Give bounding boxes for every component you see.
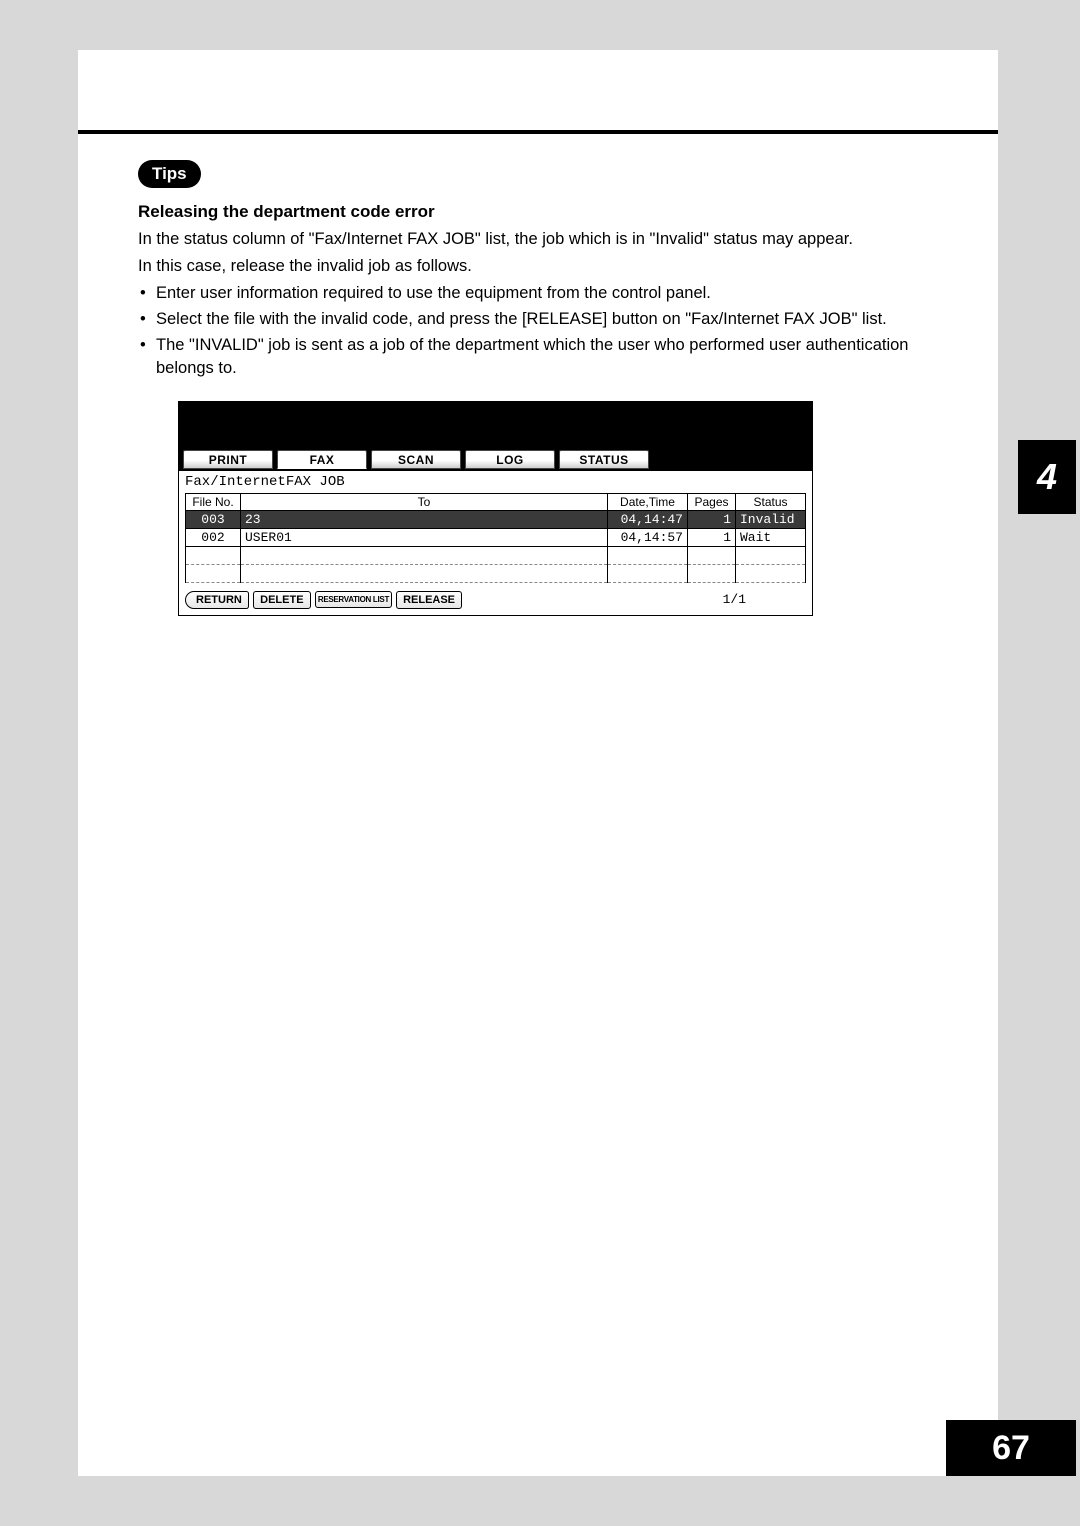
th-file: File No. — [186, 493, 241, 510]
table-row[interactable]: 003 23 04,14:47 1 Invalid — [186, 510, 806, 528]
delete-button[interactable]: DELETE — [253, 591, 311, 609]
bullet-item: Select the file with the invalid code, a… — [138, 308, 938, 331]
return-button[interactable]: RETURN — [185, 591, 249, 609]
screen-subtitle: Fax/InternetFAX JOB — [179, 471, 812, 493]
release-button[interactable]: RELEASE — [396, 591, 462, 609]
cell-to: USER01 — [241, 528, 608, 546]
tab-log[interactable]: LOG — [465, 450, 555, 469]
job-table: File No. To Date,Time Pages Status 003 2… — [185, 493, 806, 583]
tab-print[interactable]: PRINT — [183, 450, 273, 469]
tab-status[interactable]: STATUS — [559, 450, 649, 469]
tabs-row: PRINT FAX SCAN LOG STATUS — [179, 450, 812, 471]
th-pages: Pages — [688, 493, 736, 510]
chapter-tab: 4 — [1018, 440, 1076, 514]
table-row-empty — [186, 546, 806, 564]
page-number: 67 — [946, 1420, 1076, 1476]
paragraph-1: In the status column of "Fax/Internet FA… — [138, 228, 938, 251]
th-to: To — [241, 493, 608, 510]
bullet-item: The "INVALID" job is sent as a job of th… — [138, 334, 938, 380]
cell-file: 002 — [186, 528, 241, 546]
device-screen: PRINT FAX SCAN LOG STATUS Fax/InternetFA… — [178, 401, 813, 616]
button-row: RETURN DELETE RESERVATION LIST RELEASE 1… — [179, 587, 812, 615]
table-row-empty — [186, 564, 806, 582]
cell-datetime: 04,14:47 — [608, 510, 688, 528]
bullet-list: Enter user information required to use t… — [138, 282, 938, 380]
page-indicator: 1/1 — [723, 592, 746, 607]
paragraph-2: In this case, release the invalid job as… — [138, 255, 938, 278]
section-heading: Releasing the department code error — [138, 202, 938, 222]
bullet-item: Enter user information required to use t… — [138, 282, 938, 305]
tab-scan[interactable]: SCAN — [371, 450, 461, 469]
tab-fax[interactable]: FAX — [277, 450, 367, 469]
cell-datetime: 04,14:57 — [608, 528, 688, 546]
reservation-list-button[interactable]: RESERVATION LIST — [315, 591, 392, 608]
table-row[interactable]: 002 USER01 04,14:57 1 Wait — [186, 528, 806, 546]
th-status: Status — [736, 493, 806, 510]
cell-pages: 1 — [688, 510, 736, 528]
tips-badge: Tips — [138, 160, 201, 188]
th-datetime: Date,Time — [608, 493, 688, 510]
top-rule — [78, 130, 998, 134]
screen-top-black — [179, 402, 812, 450]
cell-status: Wait — [736, 528, 806, 546]
cell-pages: 1 — [688, 528, 736, 546]
cell-to: 23 — [241, 510, 608, 528]
cell-file: 003 — [186, 510, 241, 528]
cell-status: Invalid — [736, 510, 806, 528]
